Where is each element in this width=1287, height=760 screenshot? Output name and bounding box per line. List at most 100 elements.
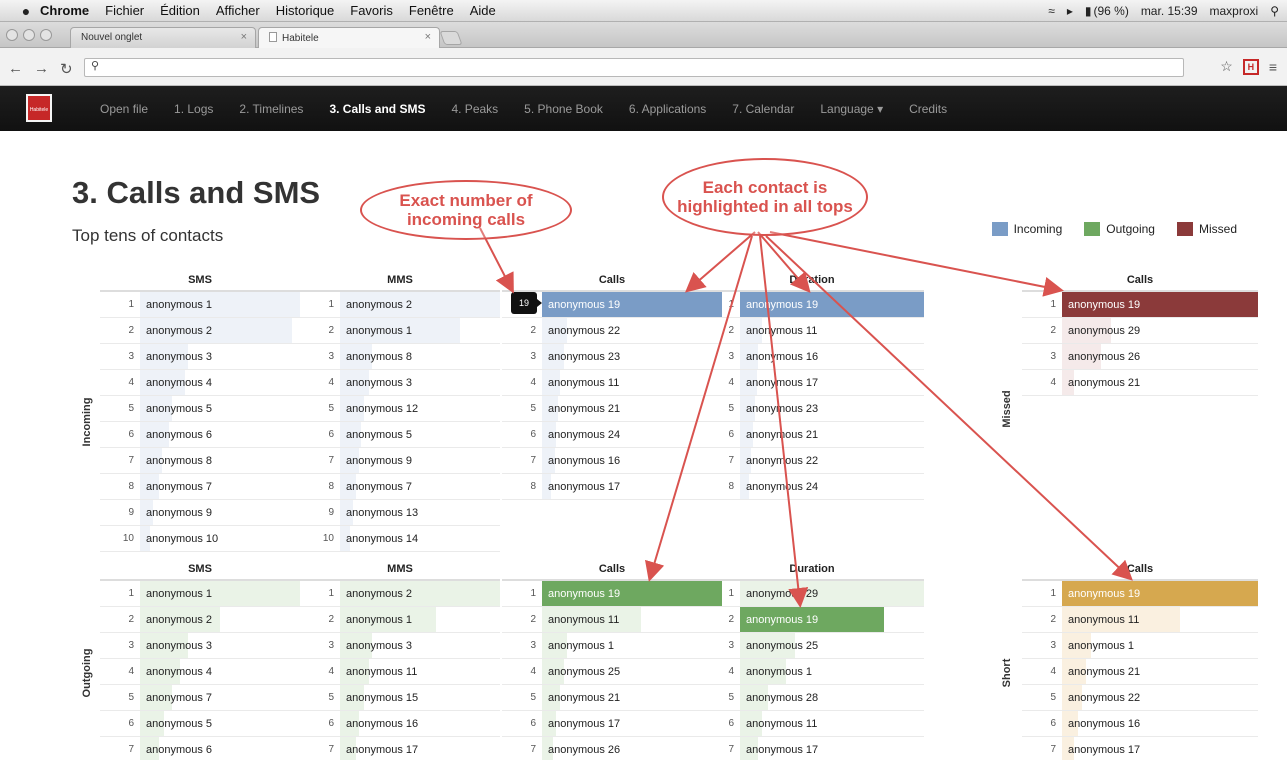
- spotlight-icon[interactable]: ⚲: [1270, 4, 1279, 18]
- table-header[interactable]: Calls: [502, 557, 722, 581]
- table-row[interactable]: 9 anonymous 9: [100, 500, 300, 526]
- table-row[interactable]: 4 anonymous 21: [1022, 370, 1258, 396]
- table-row[interactable]: 7 anonymous 26: [502, 737, 722, 760]
- table-row[interactable]: 3 anonymous 23: [502, 344, 722, 370]
- tab-habitele[interactable]: Habitele ×: [258, 27, 440, 48]
- table-row[interactable]: 8 anonymous 24: [700, 474, 924, 500]
- close-window-button[interactable]: [6, 29, 18, 41]
- table-row[interactable]: 10 anonymous 14: [300, 526, 500, 552]
- table-row[interactable]: 1 anonymous 1: [100, 581, 300, 607]
- table-header[interactable]: MMS: [300, 268, 500, 292]
- table-row[interactable]: 7 anonymous 22: [700, 448, 924, 474]
- minimize-window-button[interactable]: [23, 29, 35, 41]
- nav-item[interactable]: 4. Peaks: [451, 102, 498, 116]
- back-icon[interactable]: ←: [8, 60, 23, 78]
- table-row[interactable]: 6 anonymous 16: [1022, 711, 1258, 737]
- menu-favoris[interactable]: Favoris: [350, 3, 393, 18]
- table-header[interactable]: Calls: [1022, 557, 1258, 581]
- table-row[interactable]: 6 anonymous 17: [502, 711, 722, 737]
- nav-item[interactable]: 1. Logs: [174, 102, 213, 116]
- table-row[interactable]: 7 anonymous 16: [502, 448, 722, 474]
- table-row[interactable]: 3 anonymous 26: [1022, 344, 1258, 370]
- table-row[interactable]: 7 anonymous 17: [1022, 737, 1258, 760]
- table-row[interactable]: 6 anonymous 16: [300, 711, 500, 737]
- table-row[interactable]: 4 anonymous 25: [502, 659, 722, 685]
- battery-icon[interactable]: ▮: [1085, 4, 1092, 18]
- table-row[interactable]: 1 anonymous 19: [502, 581, 722, 607]
- table-header[interactable]: Duration: [700, 557, 924, 581]
- app-logo[interactable]: Habitele: [26, 94, 52, 122]
- table-row[interactable]: 7 anonymous 17: [700, 737, 924, 760]
- table-header[interactable]: MMS: [300, 557, 500, 581]
- nav-item[interactable]: Credits: [909, 102, 947, 116]
- menu-fichier[interactable]: Fichier: [105, 3, 144, 18]
- table-row[interactable]: 5 anonymous 23: [700, 396, 924, 422]
- table-header[interactable]: Calls: [502, 268, 722, 292]
- table-row[interactable]: 7 anonymous 6: [100, 737, 300, 760]
- wifi-icon[interactable]: ≈: [1048, 4, 1055, 18]
- table-row[interactable]: 1 anonymous 1: [100, 292, 300, 318]
- table-row[interactable]: 1 anonymous 29: [700, 581, 924, 607]
- table-row[interactable]: 2 anonymous 22: [502, 318, 722, 344]
- forward-icon[interactable]: →: [34, 60, 49, 78]
- table-row[interactable]: 1 anonymous 19: [1022, 292, 1258, 318]
- table-row[interactable]: 7 anonymous 8: [100, 448, 300, 474]
- table-row[interactable]: 5 anonymous 5: [100, 396, 300, 422]
- table-row[interactable]: 8 anonymous 7: [100, 474, 300, 500]
- table-row[interactable]: 8 anonymous 17: [502, 474, 722, 500]
- table-row[interactable]: 1 anonymous 2: [300, 581, 500, 607]
- table-row[interactable]: 1 anonymous 2: [300, 292, 500, 318]
- close-icon[interactable]: ×: [425, 31, 431, 43]
- table-row[interactable]: 5 anonymous 15: [300, 685, 500, 711]
- table-row[interactable]: 5 anonymous 28: [700, 685, 924, 711]
- nav-item[interactable]: 6. Applications: [629, 102, 706, 116]
- table-row[interactable]: 4 anonymous 11: [300, 659, 500, 685]
- table-row[interactable]: 4 anonymous 11: [502, 370, 722, 396]
- table-row[interactable]: 8 anonymous 7: [300, 474, 500, 500]
- table-row[interactable]: 5 anonymous 21: [502, 685, 722, 711]
- nav-item[interactable]: Open file: [100, 102, 148, 116]
- menu-fenetre[interactable]: Fenêtre: [409, 3, 454, 18]
- table-row[interactable]: 2 anonymous 1: [300, 318, 500, 344]
- table-row[interactable]: 6 anonymous 21: [700, 422, 924, 448]
- table-row[interactable]: 3 anonymous 1: [1022, 633, 1258, 659]
- volume-icon[interactable]: ▸: [1067, 4, 1073, 18]
- table-row[interactable]: 3 anonymous 3: [100, 633, 300, 659]
- table-row[interactable]: 10 anonymous 10: [100, 526, 300, 552]
- table-row[interactable]: 4 anonymous 3: [300, 370, 500, 396]
- table-row[interactable]: 3 anonymous 8: [300, 344, 500, 370]
- clock[interactable]: mar. 15:39: [1141, 4, 1198, 18]
- table-row[interactable]: 1 anonymous 19: [700, 292, 924, 318]
- table-header[interactable]: SMS: [100, 557, 300, 581]
- table-row[interactable]: 6 anonymous 5: [100, 711, 300, 737]
- extension-icon[interactable]: H: [1242, 58, 1259, 75]
- table-row[interactable]: 5 anonymous 22: [1022, 685, 1258, 711]
- table-row[interactable]: 2 anonymous 11: [502, 607, 722, 633]
- table-row[interactable]: 3 anonymous 16: [700, 344, 924, 370]
- table-row[interactable]: 7 anonymous 9: [300, 448, 500, 474]
- table-row[interactable]: 2 anonymous 2: [100, 607, 300, 633]
- star-icon[interactable]: ☆: [1220, 58, 1233, 75]
- table-row[interactable]: 3 anonymous 3: [100, 344, 300, 370]
- table-row[interactable]: 2 anonymous 2: [100, 318, 300, 344]
- table-row[interactable]: 3 anonymous 1: [502, 633, 722, 659]
- table-header[interactable]: Calls: [1022, 268, 1258, 292]
- table-row[interactable]: 4 anonymous 17: [700, 370, 924, 396]
- menu-afficher[interactable]: Afficher: [216, 3, 260, 18]
- table-row[interactable]: 4 anonymous 1: [700, 659, 924, 685]
- reload-icon[interactable]: ↻: [60, 60, 73, 78]
- table-row[interactable]: 2 anonymous 1: [300, 607, 500, 633]
- menu-icon[interactable]: ≡: [1269, 59, 1277, 75]
- table-row[interactable]: 6 anonymous 5: [300, 422, 500, 448]
- nav-item[interactable]: 7. Calendar: [732, 102, 794, 116]
- new-tab-button[interactable]: [439, 31, 463, 45]
- tab-new[interactable]: Nouvel onglet ×: [70, 27, 256, 48]
- nav-item[interactable]: 5. Phone Book: [524, 102, 603, 116]
- table-row[interactable]: 5 anonymous 21: [502, 396, 722, 422]
- user-name[interactable]: maxproxi: [1210, 4, 1259, 18]
- menu-chrome[interactable]: Chrome: [40, 3, 89, 18]
- apple-icon[interactable]: ●: [12, 3, 40, 19]
- menu-edition[interactable]: Édition: [160, 3, 200, 18]
- table-row[interactable]: 4 anonymous 4: [100, 370, 300, 396]
- close-icon[interactable]: ×: [241, 31, 247, 43]
